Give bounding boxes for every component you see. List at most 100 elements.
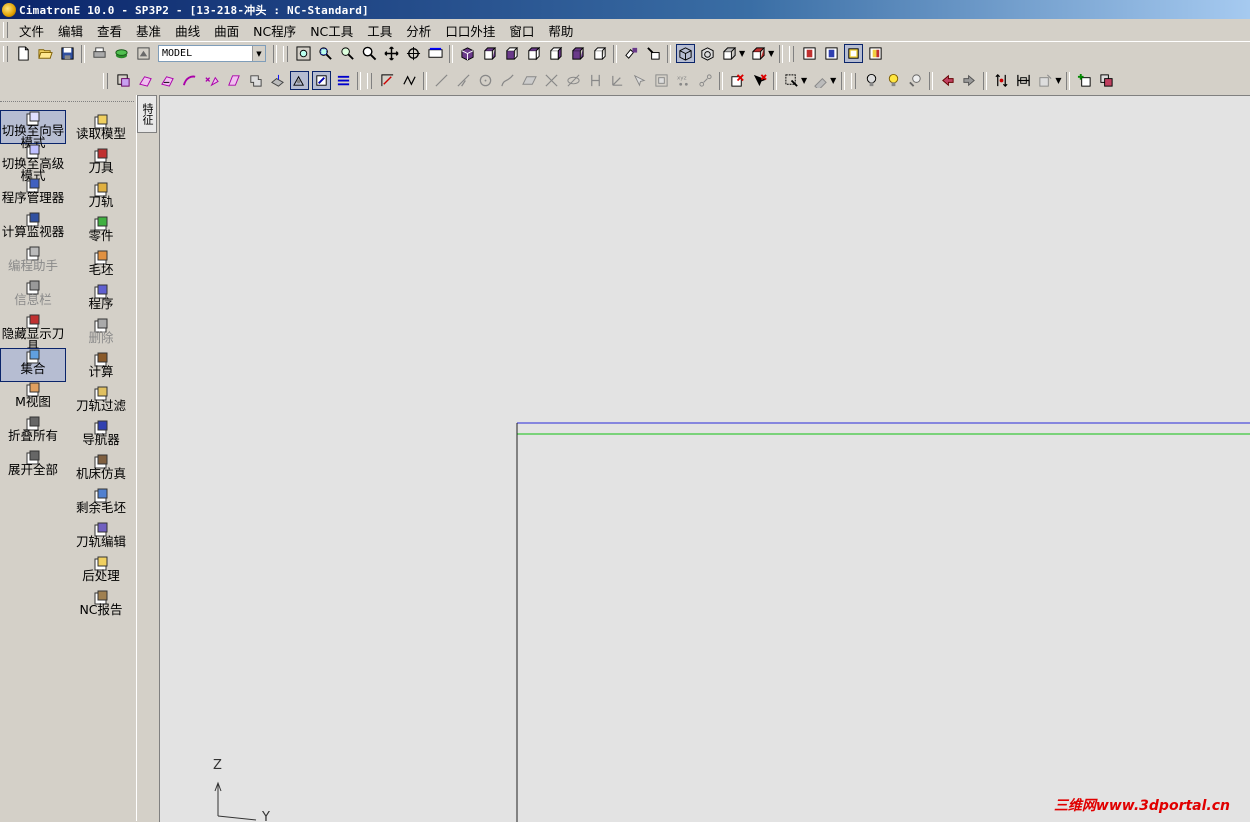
filter-all-icon[interactable]	[866, 44, 885, 63]
view-save-icon[interactable]	[622, 44, 641, 63]
left_panel-button-3[interactable]: 计算监视器	[0, 212, 66, 246]
left_panel-button-1[interactable]: 切换至高级模式	[0, 144, 66, 182]
measure-dropdown-icon[interactable]: ▼	[830, 76, 836, 85]
pick-filter-icon[interactable]	[782, 71, 801, 90]
table-dropdown-icon[interactable]: ▼	[1055, 76, 1061, 85]
left_panel-button-2[interactable]: 程序管理器	[0, 178, 66, 212]
select-mode-b-icon[interactable]	[311, 71, 331, 90]
select-geometry-icon[interactable]	[246, 71, 265, 90]
view-manager-icon[interactable]	[644, 44, 663, 63]
nc_panel-button-13[interactable]: 后处理	[68, 556, 134, 590]
feature-tab[interactable]: 特征	[137, 95, 157, 133]
model-set-icon[interactable]	[134, 44, 153, 63]
select-face-icon[interactable]	[114, 71, 133, 90]
circle-icon[interactable]	[476, 71, 495, 90]
assembly-icon[interactable]	[1097, 71, 1116, 90]
left_panel-button-8[interactable]: M视图	[0, 382, 66, 416]
select-mode-a-icon[interactable]	[289, 71, 309, 90]
curve-icon[interactable]	[400, 71, 419, 90]
menu-item-11[interactable]: 窗口	[502, 19, 541, 42]
left_panel-button-4[interactable]: 编程助手	[0, 246, 66, 280]
measure-icon[interactable]	[811, 71, 830, 90]
nc_panel-button-14[interactable]: NC报告	[68, 590, 134, 624]
select-surface-icon[interactable]	[180, 71, 199, 90]
menu-grip[interactable]	[3, 22, 8, 38]
spline-icon[interactable]	[498, 71, 517, 90]
trim-icon[interactable]	[542, 71, 561, 90]
add-component-icon[interactable]	[1075, 71, 1094, 90]
delete-entity-icon[interactable]	[728, 71, 747, 90]
view-bottom-icon[interactable]	[590, 44, 609, 63]
menu-item-8[interactable]: 工具	[360, 19, 399, 42]
sort-icon[interactable]	[992, 71, 1011, 90]
nc_panel-button-12[interactable]: 刀轨编辑	[68, 522, 134, 556]
menu-item-3[interactable]: 基准	[129, 19, 168, 42]
nc_panel-button-0[interactable]: 读取模型	[68, 114, 134, 148]
sketch-icon[interactable]	[378, 71, 397, 90]
distribute-icon[interactable]	[1014, 71, 1033, 90]
list-order-icon[interactable]	[334, 71, 353, 90]
view-right-icon[interactable]	[524, 44, 543, 63]
light-off-icon[interactable]	[862, 71, 881, 90]
menu-item-0[interactable]: 文件	[12, 19, 51, 42]
menu-item-7[interactable]: NC工具	[303, 19, 360, 42]
left_panel-button-10[interactable]: 展开全部	[0, 450, 66, 484]
pattern-icon[interactable]	[696, 71, 715, 90]
light-on-icon[interactable]	[884, 71, 903, 90]
shaded-icon[interactable]	[720, 44, 739, 63]
zoom-window-icon[interactable]	[316, 44, 335, 63]
menu-item-2[interactable]: 查看	[90, 19, 129, 42]
zoom-icon[interactable]	[360, 44, 379, 63]
select-edge-icon[interactable]	[224, 71, 243, 90]
view-back-icon[interactable]	[568, 44, 587, 63]
render-mode-icon[interactable]	[749, 44, 768, 63]
left_panel-button-0[interactable]: 切换至向导模式	[0, 110, 66, 149]
menu-item-9[interactable]: 分析	[399, 19, 438, 42]
arrow-left-icon[interactable]	[938, 71, 957, 90]
pick-filter-dropdown-icon[interactable]: ▼	[801, 76, 807, 85]
filter-face-icon[interactable]	[822, 44, 841, 63]
wireframe-icon[interactable]	[675, 44, 695, 63]
left_panel-button-6[interactable]: 隐藏显示刀具	[0, 314, 66, 352]
shading-dropdown-icon[interactable]: ▼	[739, 49, 745, 58]
view-front-icon[interactable]	[480, 44, 499, 63]
toolbar-grip[interactable]	[3, 45, 8, 62]
print-icon[interactable]	[90, 44, 109, 63]
open-folder-icon[interactable]	[36, 44, 55, 63]
cancel-select-icon[interactable]	[750, 71, 769, 90]
nc_panel-button-11[interactable]: 剩余毛坯	[68, 488, 134, 522]
nc_panel-button-1[interactable]: 刀具	[68, 148, 134, 182]
filter-solid-icon[interactable]	[843, 44, 863, 63]
nc_panel-button-7[interactable]: 计算	[68, 352, 134, 386]
nc_panel-button-6[interactable]: 删除	[68, 318, 134, 352]
nc_panel-button-2[interactable]: 刀轨	[68, 182, 134, 216]
menu-item-6[interactable]: NC程序	[246, 19, 303, 42]
view-top-icon[interactable]	[502, 44, 521, 63]
nc_panel-button-9[interactable]: 导航器	[68, 420, 134, 454]
nc_panel-button-10[interactable]: 机床仿真	[68, 454, 134, 488]
axis-icon[interactable]	[608, 71, 627, 90]
line-icon[interactable]	[432, 71, 451, 90]
arrow-right-icon[interactable]	[960, 71, 979, 90]
save-icon[interactable]	[58, 44, 77, 63]
left_panel-button-9[interactable]: 折叠所有	[0, 416, 66, 450]
view-iso-icon[interactable]	[458, 44, 477, 63]
left_panel-button-5[interactable]: 信息栏	[0, 280, 66, 314]
chevron-down-icon[interactable]: ▼	[252, 46, 265, 61]
menu-item-4[interactable]: 曲线	[168, 19, 207, 42]
rotate-icon[interactable]	[404, 44, 423, 63]
render-dropdown-icon[interactable]: ▼	[768, 49, 774, 58]
select-boundary-icon[interactable]	[158, 71, 177, 90]
plane-icon[interactable]	[520, 71, 539, 90]
select-point-icon[interactable]	[202, 71, 221, 90]
menu-item-12[interactable]: 帮助	[541, 19, 580, 42]
dimension-icon[interactable]	[586, 71, 605, 90]
box-select-icon[interactable]	[652, 71, 671, 90]
nc_panel-button-3[interactable]: 零件	[68, 216, 134, 250]
menu-item-10[interactable]: 口口外挂	[438, 19, 502, 42]
graphics-viewport[interactable]: Z Y	[159, 95, 1250, 822]
nc_panel-button-5[interactable]: 程序	[68, 284, 134, 318]
zoom-box-icon[interactable]	[338, 44, 357, 63]
table-icon[interactable]	[1036, 71, 1055, 90]
nc_panel-button-4[interactable]: 毛坯	[68, 250, 134, 284]
